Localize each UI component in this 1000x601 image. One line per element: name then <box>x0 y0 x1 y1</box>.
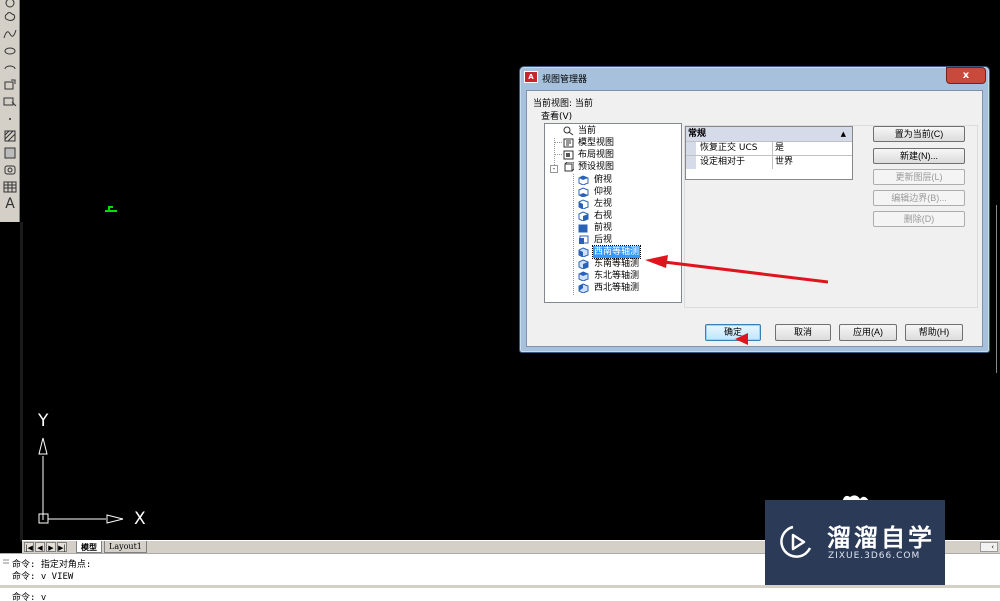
cube-right-icon <box>578 211 589 221</box>
preset-view-icon <box>564 162 574 172</box>
rotate-icon[interactable] <box>2 0 18 10</box>
cube-bottom-icon <box>578 187 589 197</box>
magnifier-icon <box>563 126 574 136</box>
horizontal-scrollbar[interactable]: ‹ <box>980 542 998 552</box>
autocad-app-icon: A <box>524 71 538 83</box>
command-input-line[interactable]: 命令: v <box>12 590 46 601</box>
iso-nw-icon <box>578 283 589 293</box>
drawing-area-left-edge <box>20 222 23 542</box>
ellipse-arc-icon[interactable] <box>2 61 18 75</box>
ellipse-icon[interactable] <box>2 44 18 58</box>
drawing-object-marker <box>105 206 117 212</box>
play-logo-icon <box>780 525 812 558</box>
ucs-y-axis-label: Y <box>38 411 49 431</box>
apply-button[interactable]: 应用(A) <box>839 324 897 341</box>
update-layers-button[interactable]: 更新图层(L) <box>873 169 965 185</box>
spline-icon[interactable] <box>2 27 18 41</box>
multiline-text-icon[interactable]: A <box>2 197 18 211</box>
next-layout-button[interactable]: ▶ <box>46 542 56 552</box>
dialog-body: 当前视图: 当前 查看(V) - 当前 模型视图 布局视图 预设视图 俯视 仰视… <box>526 90 983 347</box>
dialog-titlebar[interactable]: A 视图管理器 x <box>520 67 989 89</box>
command-separator <box>0 585 1000 588</box>
iso-se-icon <box>578 259 589 269</box>
cancel-button[interactable]: 取消 <box>775 324 831 341</box>
collapse-arrow-icon[interactable]: ▲ <box>841 127 846 141</box>
view-group-label: 查看(V) <box>541 112 573 122</box>
ucs-icon: Y X <box>30 408 160 533</box>
new-view-button[interactable]: 新建(N)... <box>873 148 965 164</box>
last-layout-button[interactable]: ▶| <box>57 542 67 552</box>
previous-layout-button[interactable]: ◀ <box>35 542 45 552</box>
command-window-grip[interactable] <box>2 556 10 582</box>
iso-sw-icon <box>578 247 589 257</box>
first-layout-button[interactable]: |◀ <box>24 542 34 552</box>
tab-layout1[interactable]: Layout1 <box>104 541 147 553</box>
cube-top-icon <box>578 175 589 185</box>
watermark-title: 溜溜自学 <box>827 524 935 552</box>
properties-grid[interactable]: 常规 ▲ 恢复正交 UCS 是 设定相对于 世界 <box>685 126 853 180</box>
command-history-line: 命令: v VIEW <box>12 572 74 582</box>
dialog-title: 视图管理器 <box>542 75 588 85</box>
insert-block-icon[interactable] <box>2 78 18 92</box>
layout-view-icon <box>563 150 574 160</box>
properties-section-general[interactable]: 常规 ▲ <box>686 127 852 141</box>
ok-button[interactable]: 确定 <box>705 324 761 341</box>
cube-left-icon <box>578 199 589 209</box>
watermark-logo: 溜溜自学 ZIXUE.3D66.COM <box>765 500 945 585</box>
view-tree[interactable]: - 当前 模型视图 布局视图 预设视图 俯视 仰视 左视 右视 前视 后视 西南… <box>544 123 682 303</box>
close-button[interactable]: x <box>946 67 986 84</box>
property-row[interactable]: 设定相对于 世界 <box>686 155 852 169</box>
delete-button[interactable]: 删除(D) <box>873 211 965 227</box>
hatch-icon[interactable] <box>2 129 18 143</box>
iso-ne-icon <box>578 271 589 281</box>
edit-boundaries-button[interactable]: 编辑边界(B)... <box>873 190 965 206</box>
ucs-x-axis-label: X <box>134 509 146 529</box>
tab-model[interactable]: 模型 <box>76 541 102 553</box>
region-icon[interactable] <box>2 163 18 177</box>
watermark-subtitle: ZIXUE.3D66.COM <box>828 551 921 561</box>
help-button[interactable]: 帮助(H) <box>905 324 963 341</box>
property-row[interactable]: 恢复正交 UCS 是 <box>686 141 852 155</box>
model-view-icon <box>563 138 574 148</box>
drawing-area-right-edge <box>996 205 1000 373</box>
table-icon[interactable] <box>2 180 18 194</box>
set-current-button[interactable]: 置为当前(C) <box>873 126 965 142</box>
make-block-icon[interactable] <box>2 95 18 109</box>
point-icon[interactable] <box>2 112 18 126</box>
cube-front-icon <box>578 224 588 233</box>
preset-views-expander[interactable]: - <box>550 165 558 173</box>
current-view-label: 当前视图: 当前 <box>533 99 593 109</box>
cube-back-icon <box>579 235 589 244</box>
draw-toolbar: A <box>0 0 20 222</box>
revision-cloud-icon[interactable] <box>2 10 18 24</box>
gradient-icon[interactable] <box>2 146 18 160</box>
view-manager-dialog: A 视图管理器 x 当前视图: 当前 查看(V) - 当前 模型视图 布局视图 <box>519 66 990 353</box>
